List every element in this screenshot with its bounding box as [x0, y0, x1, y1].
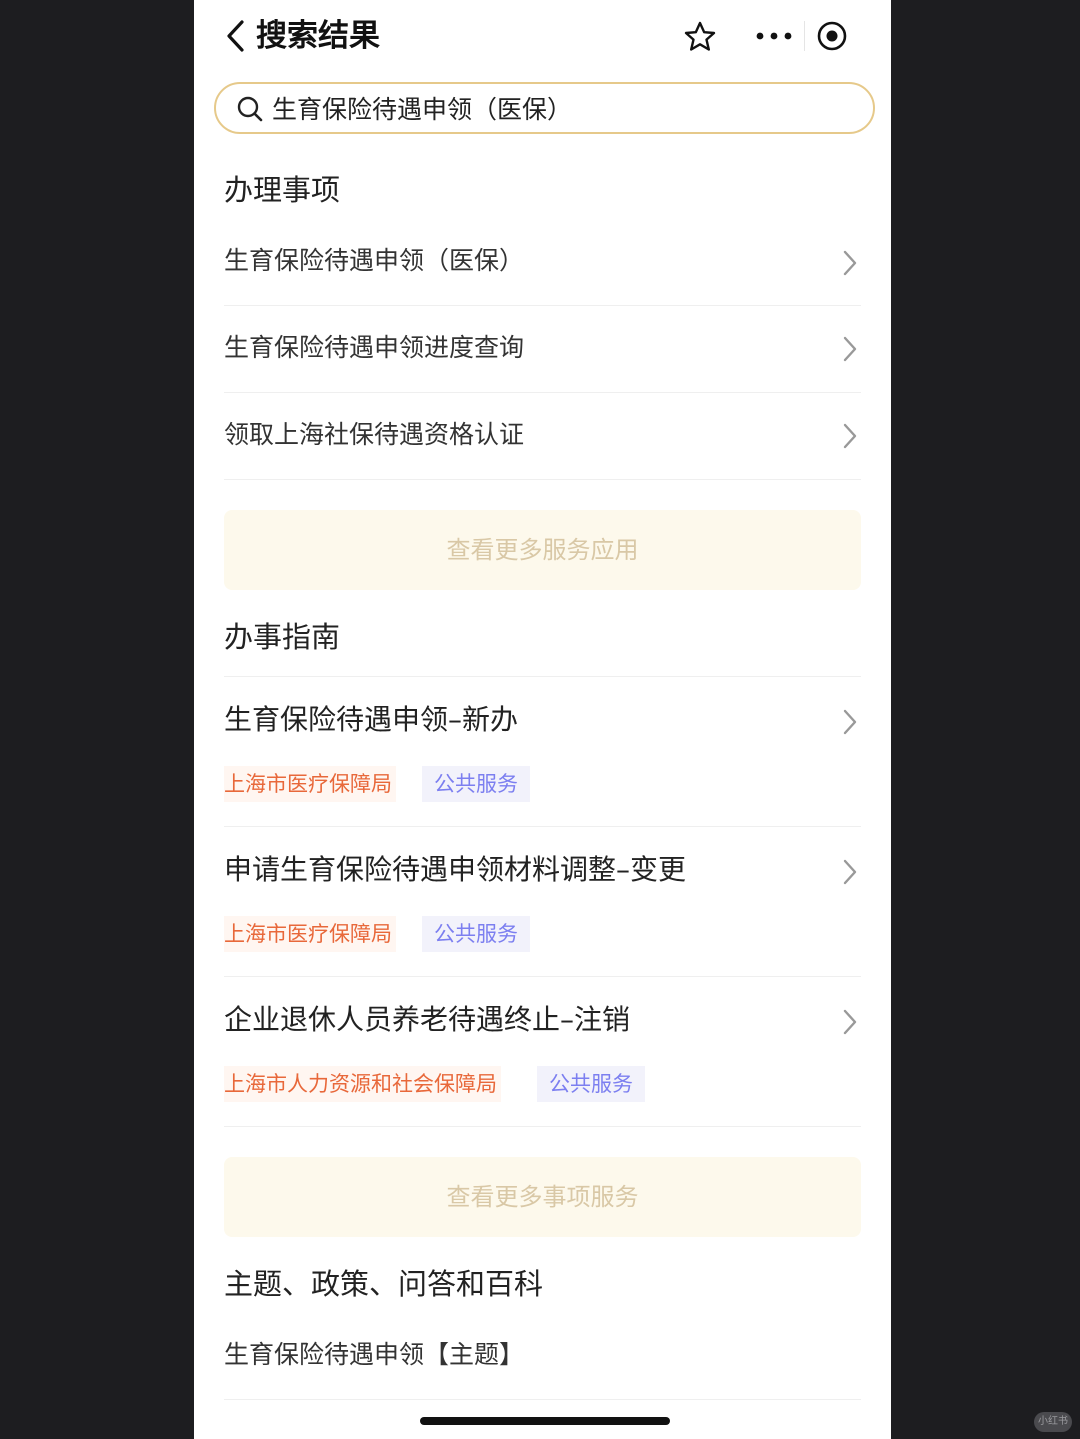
guide-item[interactable]: 生育保险待遇申领–新办 上海市医疗保障局 公共服务 [224, 677, 861, 827]
matter-item[interactable]: 领取上海社保待遇资格认证 [224, 393, 861, 480]
guide-item[interactable]: 申请生育保险待遇申领材料调整–变更 上海市医疗保障局 公共服务 [224, 827, 861, 977]
more-matter-services-button[interactable]: 查看更多事项服务 [224, 1157, 861, 1237]
watermark-logo: 小红书 [1034, 1412, 1072, 1432]
chevron-right-icon [843, 423, 857, 449]
section-title-matters: 办理事项 [224, 173, 341, 207]
more-service-apps-button[interactable]: 查看更多服务应用 [224, 510, 861, 590]
search-input[interactable] [272, 89, 852, 127]
close-target-icon[interactable] [816, 20, 848, 52]
matter-item[interactable]: 生育保险待遇申领（医保） [224, 222, 861, 306]
service-type-tag: 公共服务 [422, 916, 530, 952]
chevron-right-icon [843, 709, 857, 735]
matter-item-label: 领取上海社保待遇资格认证 [224, 420, 525, 449]
home-indicator[interactable] [420, 1417, 670, 1425]
guide-item-title: 申请生育保险待遇申领材料调整–变更 [224, 853, 687, 886]
org-tag: 上海市医疗保障局 [224, 766, 396, 802]
chevron-right-icon [843, 250, 857, 276]
guide-item[interactable]: 企业退休人员养老待遇终止–注销 上海市人力资源和社会保障局 公共服务 [224, 977, 861, 1127]
guide-item-title: 生育保险待遇申领–新办 [224, 703, 519, 736]
matter-item-label: 生育保险待遇申领进度查询 [224, 333, 525, 362]
chevron-right-icon [843, 1009, 857, 1035]
capsule-divider [804, 21, 805, 51]
mini-program-capsule [740, 13, 866, 59]
section-title-guides: 办事指南 [224, 620, 341, 654]
search-bar[interactable] [214, 82, 875, 134]
chevron-right-icon [843, 859, 857, 885]
section-title-topics: 主题、政策、问答和百科 [224, 1267, 544, 1301]
back-arrow-icon[interactable] [224, 18, 248, 54]
matter-item-label: 生育保险待遇申领（医保） [224, 246, 525, 275]
matter-item[interactable]: 生育保险待遇申领进度查询 [224, 306, 861, 393]
phone-screen: 搜索结果 办理事项 生育保险待遇申领（医保） [194, 0, 891, 1439]
more-dots-icon[interactable] [752, 23, 796, 49]
service-type-tag: 公共服务 [537, 1066, 645, 1102]
page-title: 搜索结果 [256, 18, 380, 54]
guide-item-title: 企业退休人员养老待遇终止–注销 [224, 1003, 631, 1036]
search-icon [237, 96, 263, 122]
org-tag: 上海市人力资源和社会保障局 [224, 1066, 501, 1102]
chevron-right-icon [843, 336, 857, 362]
star-icon[interactable] [683, 20, 717, 54]
topic-item-label: 生育保险待遇申领【主题】 [224, 1340, 525, 1369]
org-tag: 上海市医疗保障局 [224, 916, 396, 952]
topic-item[interactable]: 生育保险待遇申领【主题】 [224, 1316, 861, 1400]
service-type-tag: 公共服务 [422, 766, 530, 802]
navigation-bar: 搜索结果 [194, 0, 891, 72]
